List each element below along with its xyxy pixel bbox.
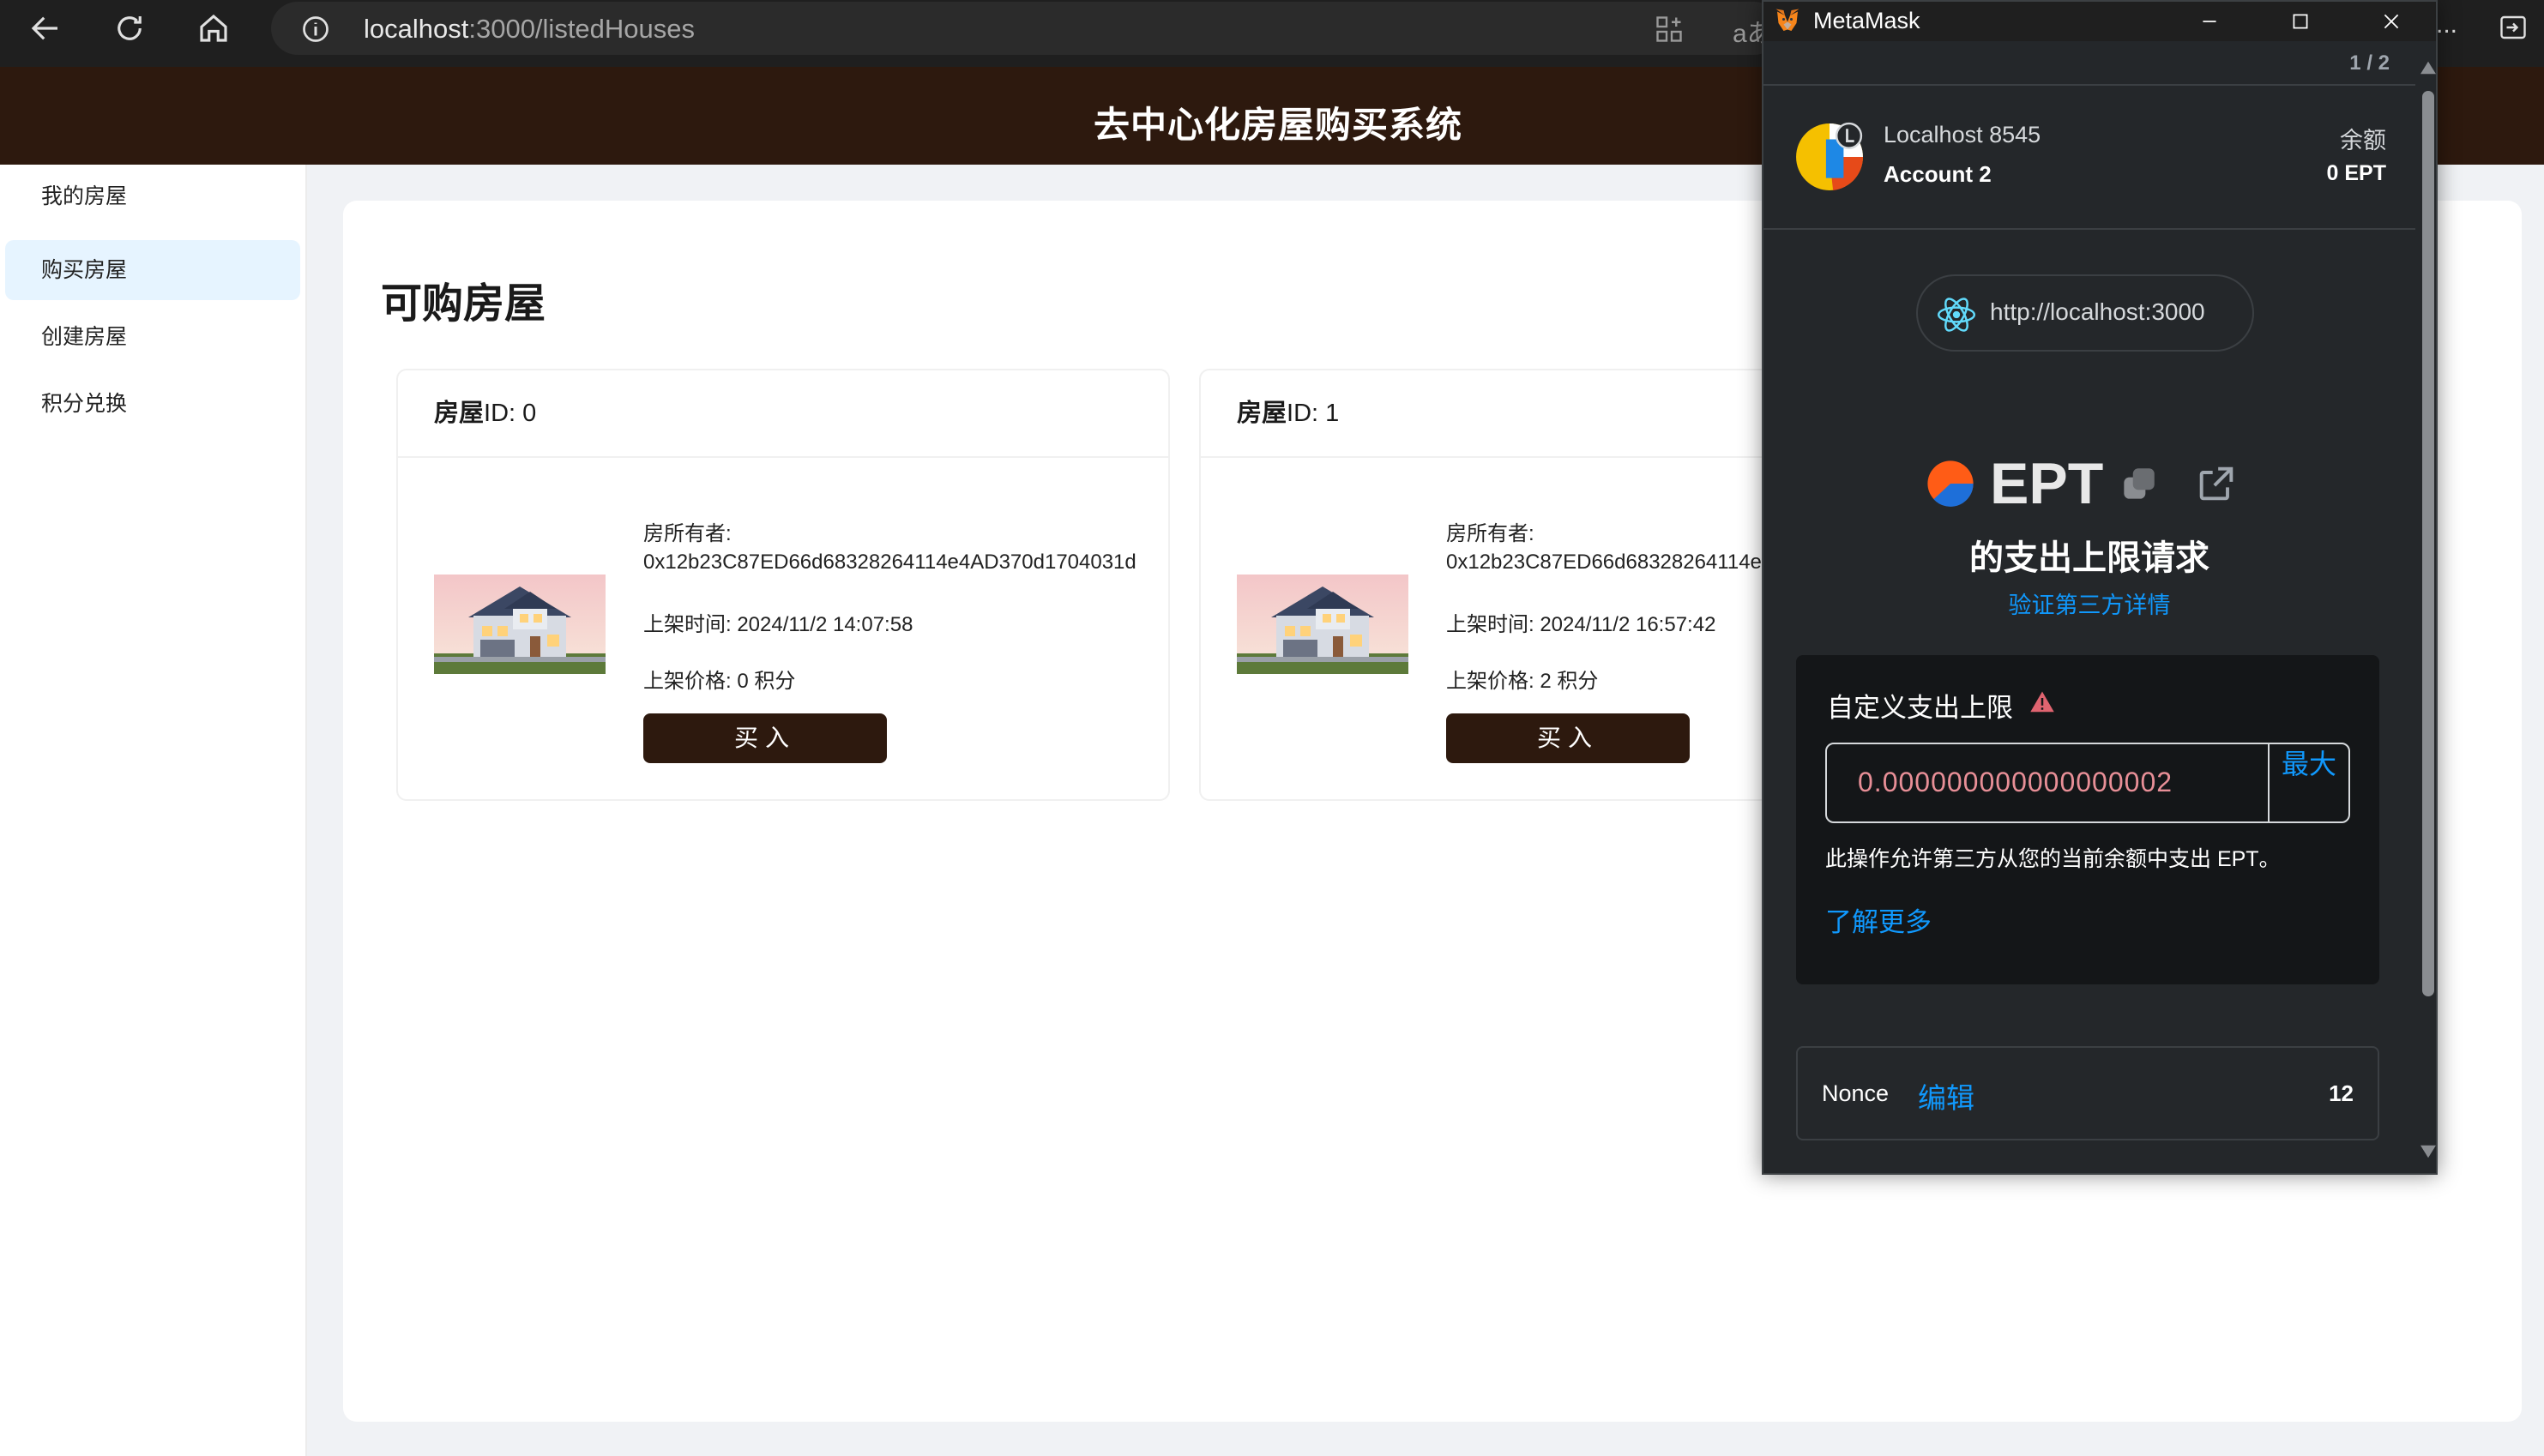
home-button[interactable]	[184, 3, 244, 53]
sidebar-item-buy-houses[interactable]: 购买房屋	[5, 240, 300, 300]
house-card: 房屋ID: 0 房所有者: 0x12b23C87ED66d68328264114…	[396, 369, 1170, 801]
origin-pill: http://localhost:3000	[1916, 274, 2254, 352]
house-image	[1237, 575, 1408, 674]
refresh-icon	[118, 16, 142, 40]
buy-button[interactable]: 买入	[1446, 713, 1690, 763]
minimize-button[interactable]	[2165, 2, 2254, 41]
nonce-value: 12	[2329, 1080, 2354, 1106]
scrollbar[interactable]	[2415, 41, 2436, 1173]
back-button[interactable]	[15, 3, 75, 53]
scroll-down-icon[interactable]	[2420, 1144, 2436, 1159]
origin-url: http://localhost:3000	[1990, 298, 2205, 325]
more-menu-icon[interactable]: ...	[2436, 10, 2457, 39]
metamask-window: MetaMask 1 / 2 Localhost 8545 Account 2 …	[1762, 0, 2438, 1175]
request-pager: 1 / 2	[1763, 41, 2415, 86]
maximize-icon	[2293, 14, 2308, 29]
copy-icon[interactable]	[2117, 463, 2160, 506]
listed-price: 上架价格: 0 积分	[643, 670, 796, 693]
arrow-left-icon	[31, 16, 57, 40]
warning-icon	[2030, 691, 2054, 713]
scroll-up-icon[interactable]	[2420, 60, 2436, 75]
owner-address: 0x12b23C87ED66d68328264114e4	[1446, 551, 1774, 574]
home-icon	[200, 14, 227, 42]
metamask-titlebar: MetaMask	[1763, 2, 2436, 41]
network-name: Localhost 8545	[1884, 122, 2041, 147]
minimize-icon	[2203, 21, 2216, 22]
listed-time: 上架时间: 2024/11/2 16:57:42	[1446, 613, 1716, 636]
sidebar-item-create-house[interactable]: 创建房屋	[5, 307, 300, 367]
account-avatar[interactable]	[1794, 122, 1865, 192]
sidebar: 我的房屋 购买房屋 创建房屋 积分兑换	[0, 165, 307, 1456]
listed-price: 上架价格: 2 积分	[1446, 670, 1599, 693]
max-button[interactable]: 最大	[2268, 744, 2348, 821]
house-id-value: ID: 1	[1287, 400, 1340, 427]
sidebar-toggle-icon[interactable]	[2498, 12, 2529, 43]
close-icon	[2384, 14, 2399, 29]
refresh-button[interactable]	[99, 3, 160, 53]
pager-count: 1 / 2	[2349, 51, 2390, 75]
close-button[interactable]	[2347, 2, 2436, 41]
url-text[interactable]: localhost:3000/listedHouses	[364, 12, 695, 46]
site-info-icon[interactable]	[300, 14, 331, 45]
nonce-edit-link[interactable]: 编辑	[1918, 1075, 1974, 1116]
house-card-header: 房屋ID: 0	[398, 370, 1168, 458]
house-image	[434, 575, 606, 674]
spending-limit-input[interactable]: 0.000000000000000002 最大	[1825, 743, 2350, 823]
house-id-value: ID: 0	[484, 400, 537, 427]
balance-value: 0 EPT	[2326, 161, 2386, 185]
learn-more-link[interactable]: 了解更多	[1825, 900, 1932, 939]
owner-label: 房所有者:	[1446, 522, 1534, 545]
address-bar[interactable]: localhost:3000/listedHouses aあ	[271, 2, 1781, 55]
account-header: Localhost 8545 Account 2 余额 0 EPT	[1763, 86, 2415, 230]
apps-icon[interactable]	[1654, 14, 1685, 45]
nonce-label: Nonce	[1822, 1080, 1890, 1106]
spending-cap-request-title: 的支出上限请求	[1969, 539, 2209, 577]
window-title: MetaMask	[1813, 8, 1920, 33]
listed-time: 上架时间: 2024/11/2 14:07:58	[643, 613, 913, 636]
spending-limit-value: 0.000000000000000002	[1858, 767, 2173, 797]
url-host: localhost	[364, 14, 469, 44]
external-link-icon[interactable]	[2194, 461, 2239, 506]
house-id-label: 房屋	[434, 400, 485, 427]
react-icon	[1937, 298, 1976, 332]
house-id-label: 房屋	[1237, 400, 1287, 427]
sidebar-item-my-houses[interactable]: 我的房屋	[5, 166, 300, 226]
metamask-fox-icon	[1775, 9, 1799, 31]
custom-limit-label: 自定义支出上限	[1827, 693, 2013, 723]
maximize-button[interactable]	[2256, 2, 2345, 41]
url-path: :3000/listedHouses	[468, 14, 696, 44]
token-symbol: EPT	[1990, 451, 2104, 516]
nonce-panel: Nonce 编辑 12	[1796, 1046, 2379, 1140]
verify-third-party-link[interactable]: 验证第三方详情	[1763, 587, 2415, 620]
account-name: Account 2	[1884, 161, 1992, 187]
owner-address: 0x12b23C87ED66d68328264114e4AD370d170403…	[643, 551, 1136, 574]
sidebar-item-points-exchange[interactable]: 积分兑换	[5, 374, 300, 434]
owner-label: 房所有者:	[643, 522, 732, 545]
allowance-description: 此操作允许第三方从您的当前余额中支出 EPT。	[1825, 847, 2281, 871]
scrollbar-thumb[interactable]	[2422, 91, 2434, 996]
token-icon	[1927, 460, 1974, 507]
balance-label: 余额	[2340, 128, 2386, 153]
page-title: 可购房屋	[381, 281, 546, 327]
custom-limit-panel: 自定义支出上限 0.000000000000000002 最大 此操作允许第三方…	[1796, 655, 2379, 984]
buy-button[interactable]: 买入	[643, 713, 887, 763]
